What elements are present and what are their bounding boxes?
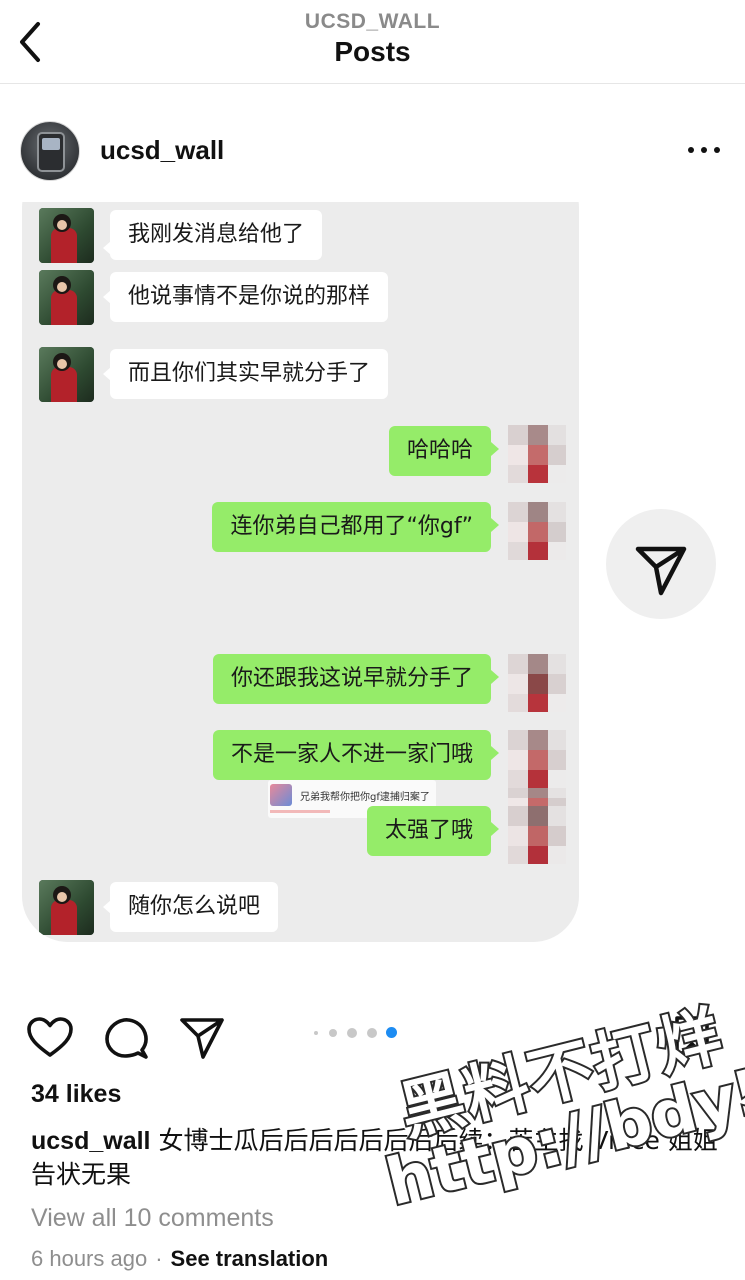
chat-bubble-right: 哈哈哈 <box>388 426 491 476</box>
chat-bubble-right: 连你弟自己都用了“你gf” <box>212 502 491 552</box>
chat-avatar-left <box>39 880 94 935</box>
avatar[interactable] <box>20 121 80 181</box>
chat-bubble-right: 不是一家人不进一家门哦 <box>212 730 491 780</box>
carousel-dot <box>367 1028 377 1038</box>
forward-thumbnail <box>270 784 292 806</box>
more-dot-icon <box>688 147 694 153</box>
chat-avatar-right-pixelated <box>508 730 566 788</box>
like-button[interactable] <box>26 1014 74 1062</box>
post-meta: 6 hours ago · See translation <box>31 1246 328 1272</box>
chat-avatar-left <box>39 347 94 402</box>
post-timestamp: 6 hours ago <box>31 1246 148 1271</box>
chat-avatar-right-pixelated <box>508 425 566 483</box>
view-comments-link[interactable]: View all 10 comments <box>31 1204 274 1233</box>
post-image[interactable]: 我刚发消息给他了 他说事情不是你说的那样 而且你们其实早就分手了 哈哈哈 连你弟… <box>0 202 745 1002</box>
account-name-header: UCSD_WALL <box>304 10 441 33</box>
post-caption: ucsd_wall 女博士瓜后后后后后后后后续：苦主找 Vince 姐姐告状无果 <box>31 1124 721 1192</box>
likes-count[interactable]: 34 likes <box>31 1080 121 1109</box>
comment-icon <box>105 1018 148 1059</box>
heart-icon <box>27 1017 73 1057</box>
chat-bubble-left: 随你怎么说吧 <box>110 882 279 932</box>
send-icon <box>180 1018 224 1059</box>
chat-bubble-right: 你还跟我这说早就分手了 <box>212 654 491 704</box>
chat-avatar-left <box>39 270 94 325</box>
chat-bubble-left: 我刚发消息给他了 <box>110 210 323 260</box>
chat-avatar-left <box>39 208 94 263</box>
chat-screenshot: 我刚发消息给他了 他说事情不是你说的那样 而且你们其实早就分手了 哈哈哈 连你弟… <box>22 202 579 942</box>
share-floating-button[interactable] <box>606 509 716 619</box>
caption-username[interactable]: ucsd_wall <box>31 1127 151 1155</box>
post-username[interactable]: ucsd_wall <box>100 135 224 166</box>
chat-bubble-right: 太强了哦 <box>366 806 491 856</box>
more-dot-icon <box>714 147 720 153</box>
avatar-device-screen <box>42 138 60 150</box>
carousel-indicator <box>312 1026 402 1040</box>
post-header: ucsd_wall <box>0 85 745 201</box>
chat-avatar-right-pixelated <box>508 502 566 560</box>
post-action-bar <box>0 1002 745 1072</box>
bookmark-icon <box>675 1016 709 1060</box>
meta-separator: · <box>155 1246 163 1271</box>
comment-button[interactable] <box>102 1014 150 1062</box>
more-dot-icon <box>701 147 707 153</box>
more-options-button[interactable] <box>684 147 724 159</box>
forward-text: 兄弟我帮你把你gf逮捕归案了 <box>300 792 430 803</box>
top-nav-bar: UCSD_WALL Posts <box>0 0 745 84</box>
chat-bubble-left: 而且你们其实早就分手了 <box>110 349 389 399</box>
carousel-dot <box>329 1029 337 1037</box>
save-button[interactable] <box>668 1014 716 1062</box>
chat-avatar-right-pixelated <box>508 806 566 864</box>
chat-bubble-left: 他说事情不是你说的那样 <box>110 272 389 322</box>
carousel-dot-active <box>386 1027 397 1038</box>
send-icon <box>635 546 687 596</box>
see-translation-link[interactable]: See translation <box>171 1246 329 1271</box>
carousel-dot <box>314 1031 318 1035</box>
page-title: Posts <box>334 36 411 67</box>
share-button[interactable] <box>178 1014 226 1062</box>
carousel-dot <box>347 1028 357 1038</box>
chat-avatar-right-pixelated <box>508 654 566 712</box>
